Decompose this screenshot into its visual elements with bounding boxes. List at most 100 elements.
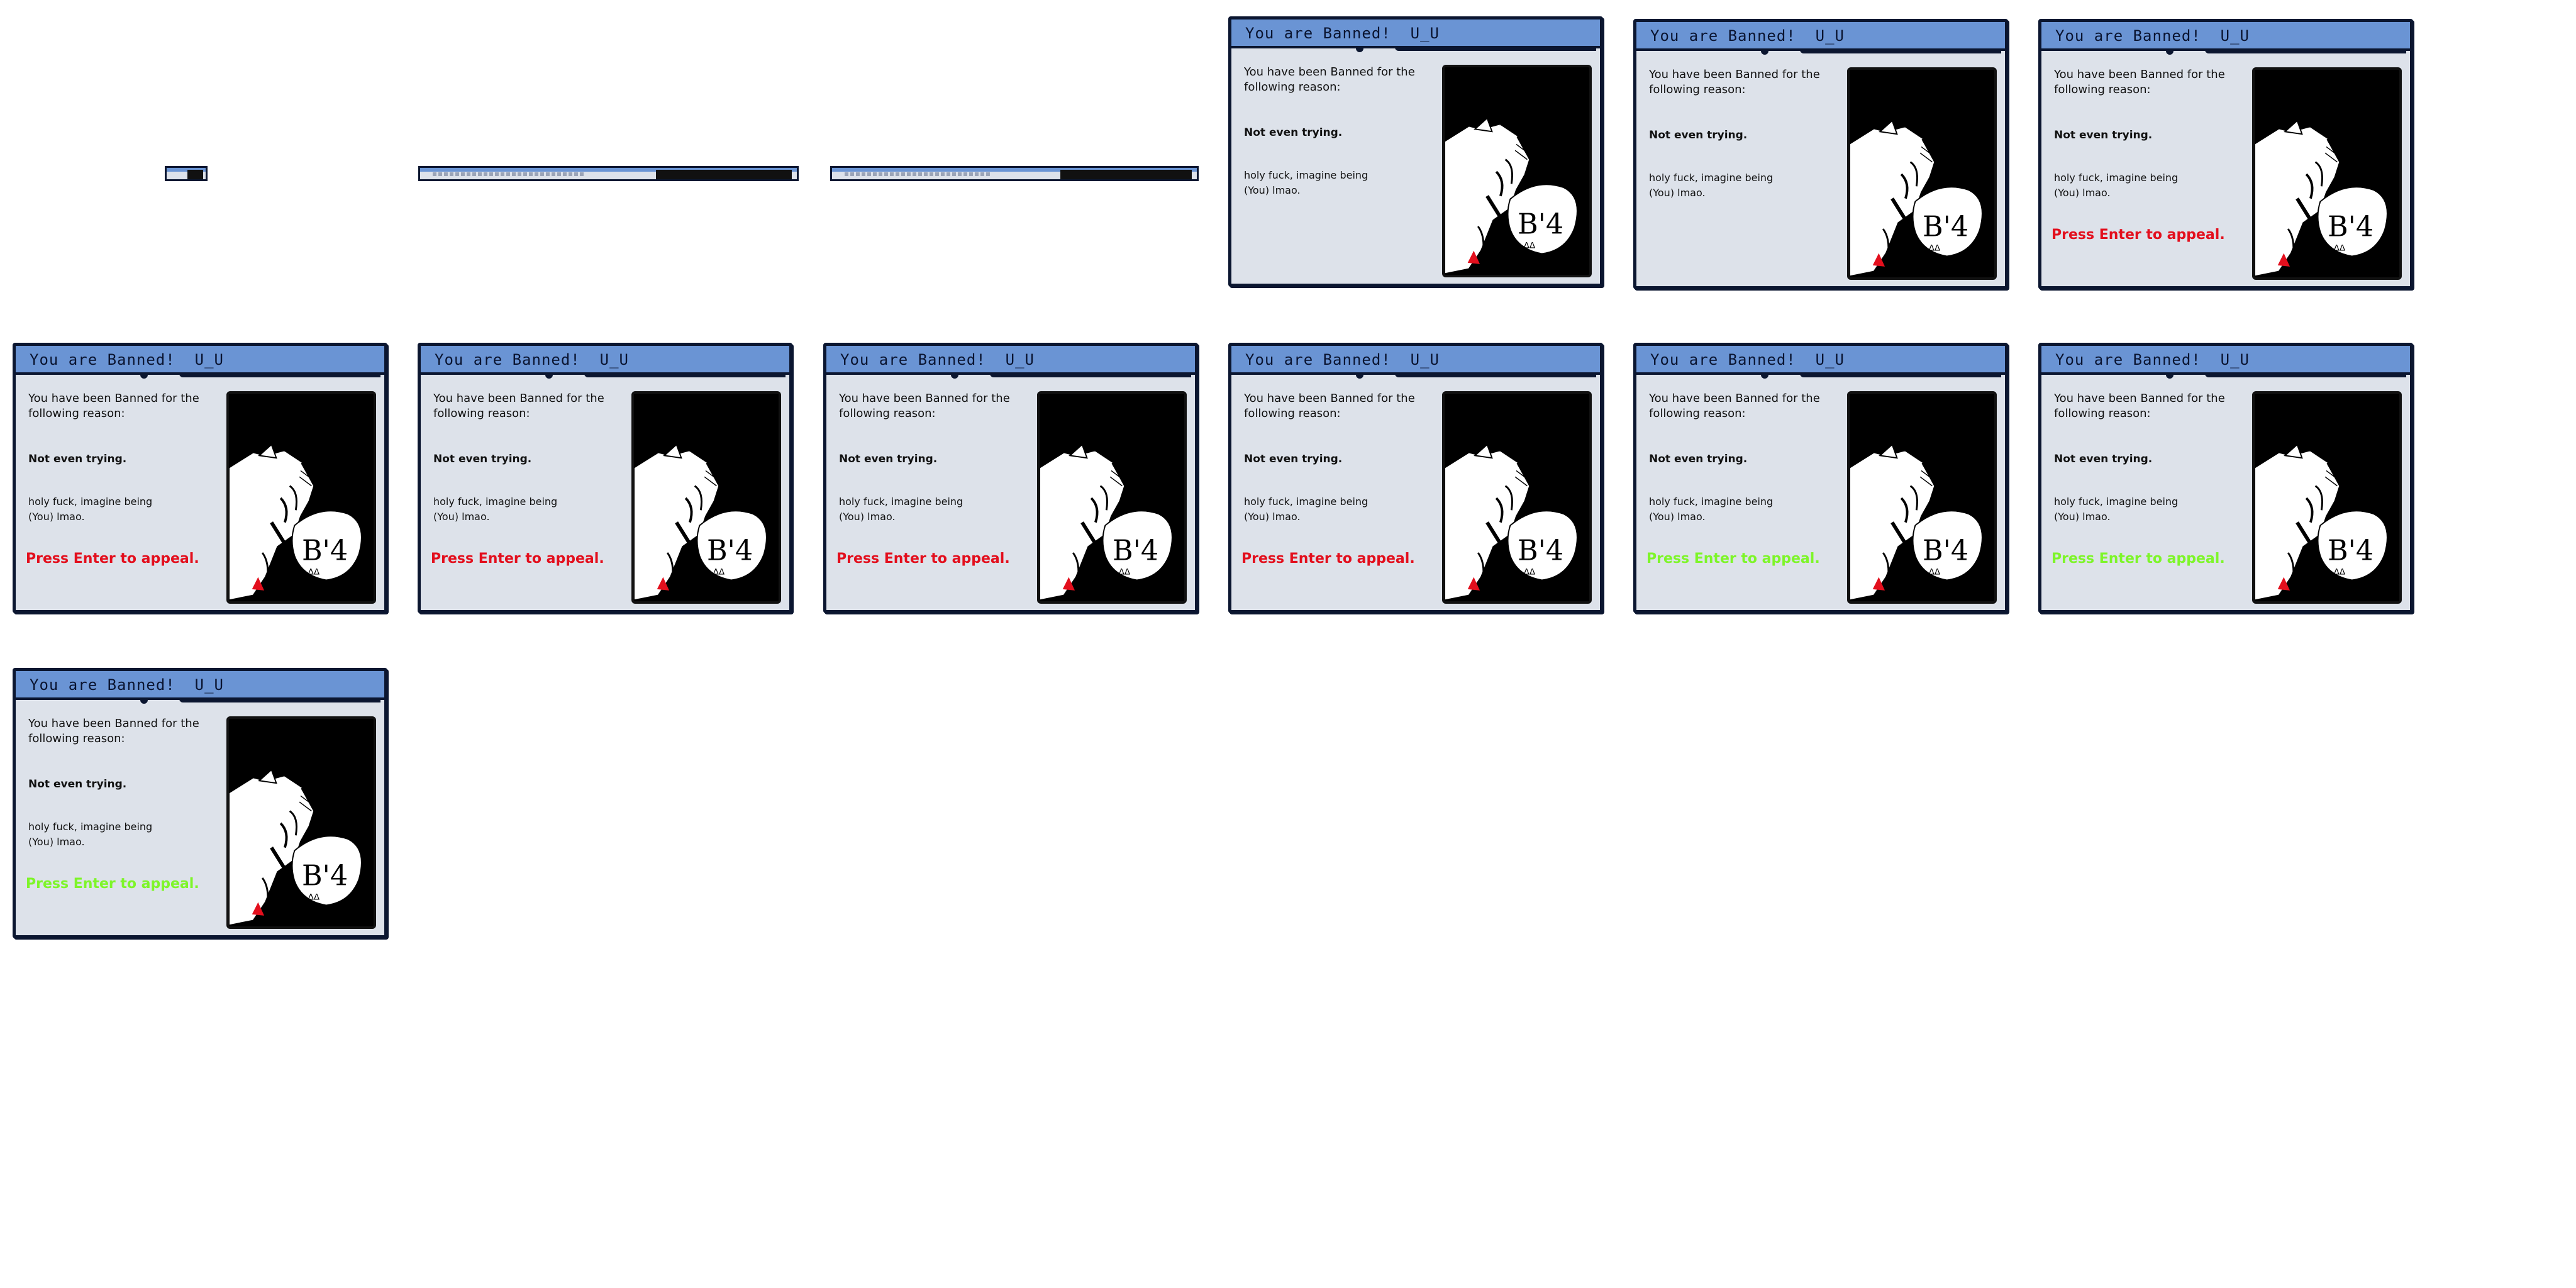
title-notch-decoration [140,374,148,379]
ban-artwork: B'4 ᐃᐃ [1037,391,1187,604]
ban-artwork: B'4 ᐃᐃ [226,391,376,604]
title-notch-decoration [140,699,148,704]
dialog-title: You are Banned! U_U [1245,351,1440,369]
title-tail-decoration [1800,50,2001,53]
title-tail-decoration [584,374,786,377]
art-caption: B'4 [1923,535,1968,567]
svg-text:ᐃᐃ: ᐃᐃ [1119,567,1131,577]
art-caption: B'4 [302,535,348,567]
dialog-titlebar[interactable]: You are Banned! U_U [16,346,384,375]
title-notch-decoration [2166,374,2174,379]
ban-artwork: B'4 ᐃᐃ [2252,391,2402,604]
ban-dialog-frame-5: You are Banned! U_U You have been Banned… [418,343,792,613]
title-tail-decoration [179,699,380,702]
sad-face-artwork-icon: B'4 ᐃᐃ [1850,70,1994,277]
art-caption: B'4 [302,860,348,892]
title-notch-decoration [1356,47,1363,52]
dialog-titlebar[interactable]: You are Banned! U_U [1231,19,1600,48]
dialog-title: You are Banned! U_U [840,351,1035,369]
appeal-prompt[interactable]: Press Enter to appeal. [26,551,199,567]
ban-reason: Not even trying. [2054,129,2153,142]
art-caption: B'4 [1518,209,1563,241]
dialog-title: You are Banned! U_U [1650,351,1845,369]
dialog-titlebar[interactable]: You are Banned! U_U [421,346,789,375]
ban-intro-text: You have been Banned for the following r… [1244,65,1415,94]
dialog-titlebar[interactable]: You are Banned! U_U [1636,22,2005,51]
ban-intro-text: You have been Banned for the following r… [28,717,199,745]
ban-dialog-frame-6: You are Banned! U_U You have been Banned… [823,343,1198,613]
svg-text:ᐃᐃ: ᐃᐃ [1929,243,1941,253]
opening-frame-2 [418,166,799,181]
dialog-titlebar[interactable]: You are Banned! U_U [2041,346,2410,375]
opening-frame-1 [165,166,208,181]
appeal-prompt[interactable]: Press Enter to appeal. [26,876,199,892]
opening-frame-3 [830,166,1199,181]
sad-face-artwork-icon: B'4 ᐃᐃ [229,394,374,601]
dialog-title: You are Banned! U_U [435,351,629,369]
sad-face-artwork-icon: B'4 ᐃᐃ [229,719,374,926]
svg-text:ᐃᐃ: ᐃᐃ [713,567,725,577]
dialog-title: You are Banned! U_U [1650,27,1845,45]
dialog-title: You are Banned! U_U [2055,27,2250,45]
dialog-titlebar[interactable]: You are Banned! U_U [1231,346,1600,375]
ban-reason: Not even trying. [1649,129,1748,142]
title-notch-decoration [951,374,958,379]
mini-art [1060,170,1192,179]
mini-text-lines [433,172,584,176]
art-caption: B'4 [2328,211,2373,243]
ban-artwork: B'4 ᐃᐃ [1847,391,1997,604]
dialog-titlebar[interactable]: You are Banned! U_U [16,671,384,700]
ban-comment: holy fuck, imagine being (You) lmao. [1244,496,1368,523]
title-tail-decoration [1800,374,2001,377]
sad-face-artwork-icon: B'4 ᐃᐃ [1040,394,1184,601]
appeal-prompt[interactable]: Press Enter to appeal. [431,551,604,567]
svg-text:ᐃᐃ: ᐃᐃ [2334,243,2346,253]
appeal-prompt[interactable]: Press Enter to appeal. [1646,551,1820,567]
sad-face-artwork-icon: B'4 ᐃᐃ [1445,394,1589,601]
art-caption: B'4 [707,535,753,567]
ban-dialog-frame-8: You are Banned! U_U You have been Banned… [1633,343,2008,613]
title-tail-decoration [1395,47,1596,51]
title-notch-decoration [1761,374,1768,379]
appeal-prompt[interactable]: Press Enter to appeal. [2051,551,2225,567]
ban-dialog-frame-1: You are Banned! U_U You have been Banned… [1228,16,1603,287]
sad-face-artwork-icon: B'4 ᐃᐃ [1850,394,1994,601]
ban-dialog-frame-9: You are Banned! U_U You have been Banned… [2038,343,2413,613]
ban-reason: Not even trying. [2054,453,2153,465]
appeal-prompt[interactable]: Press Enter to appeal. [1241,551,1415,567]
sad-face-artwork-icon: B'4 ᐃᐃ [634,394,779,601]
ban-reason: Not even trying. [839,453,938,465]
art-caption: B'4 [2328,535,2373,567]
ban-reason: Not even trying. [433,453,532,465]
ban-artwork: B'4 ᐃᐃ [1847,67,1997,280]
svg-text:ᐃᐃ: ᐃᐃ [308,892,320,902]
dialog-title: You are Banned! U_U [1245,25,1440,42]
appeal-prompt[interactable]: Press Enter to appeal. [2051,227,2225,243]
dialog-title: You are Banned! U_U [30,676,224,694]
appeal-prompt[interactable]: Press Enter to appeal. [836,551,1010,567]
title-tail-decoration [2205,50,2406,53]
dialog-titlebar[interactable]: You are Banned! U_U [826,346,1195,375]
ban-reason: Not even trying. [28,778,127,791]
svg-text:ᐃᐃ: ᐃᐃ [308,567,320,577]
ban-artwork: B'4 ᐃᐃ [226,716,376,929]
sad-face-artwork-icon: B'4 ᐃᐃ [2255,394,2399,601]
ban-reason: Not even trying. [28,453,127,465]
ban-dialog-frame-7: You are Banned! U_U You have been Banned… [1228,343,1603,613]
ban-reason: Not even trying. [1649,453,1748,465]
sad-face-artwork-icon: B'4 ᐃᐃ [1445,68,1589,275]
dialog-titlebar[interactable]: You are Banned! U_U [2041,22,2410,51]
sad-face-artwork-icon: B'4 ᐃᐃ [2255,70,2399,277]
ban-comment: holy fuck, imagine being (You) lmao. [1244,169,1368,196]
ban-intro-text: You have been Banned for the following r… [433,392,604,420]
ban-intro-text: You have been Banned for the following r… [1649,392,1820,420]
ban-comment: holy fuck, imagine being (You) lmao. [2054,172,2179,199]
svg-text:ᐃᐃ: ᐃᐃ [1929,567,1941,577]
dialog-titlebar[interactable]: You are Banned! U_U [1636,346,2005,375]
ban-dialog-frame-2: You are Banned! U_U You have been Banned… [1633,19,2008,289]
ban-intro-text: You have been Banned for the following r… [1649,68,1820,96]
ban-comment: holy fuck, imagine being (You) lmao. [1649,172,1774,199]
title-notch-decoration [1356,374,1363,379]
art-caption: B'4 [1518,535,1563,567]
ban-intro-text: You have been Banned for the following r… [28,392,199,420]
